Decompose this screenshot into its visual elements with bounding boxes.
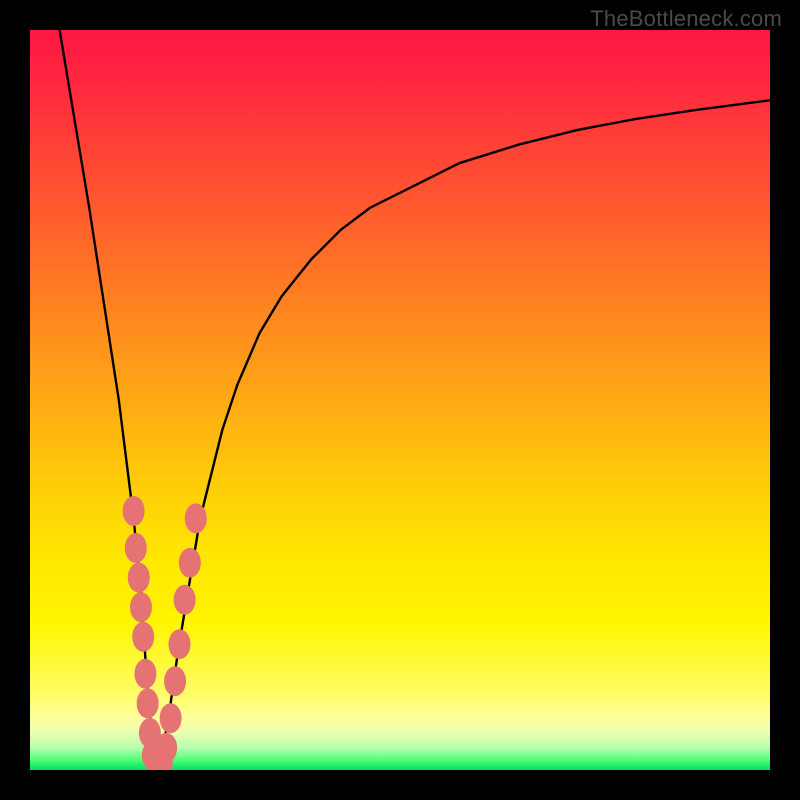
outer-frame: TheBottleneck.com xyxy=(0,0,800,800)
brand-watermark: TheBottleneck.com xyxy=(590,6,782,32)
gradient-plot-area xyxy=(30,30,770,770)
